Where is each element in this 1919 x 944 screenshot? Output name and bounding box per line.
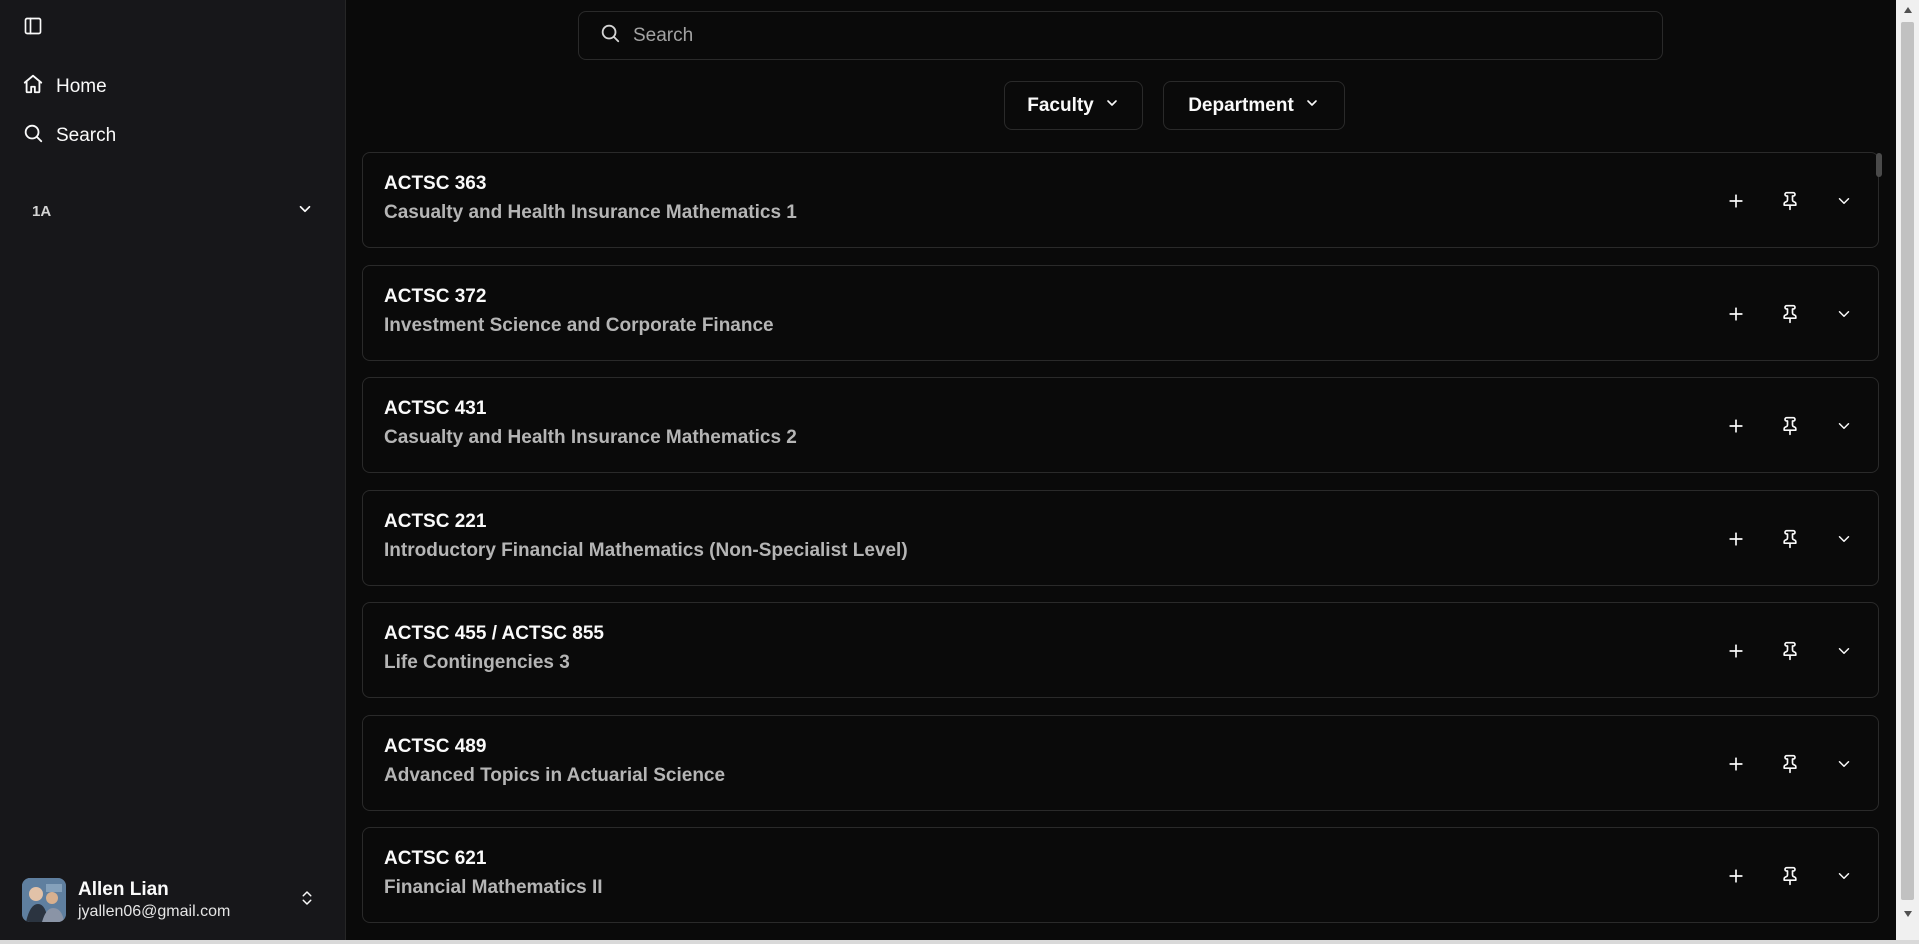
chevrons-up-down-icon [298, 887, 316, 914]
add-course-button[interactable] [1716, 631, 1756, 671]
search-input[interactable] [633, 24, 1662, 47]
avatar [22, 878, 66, 922]
course-code: ACTSC 455 / ACTSC 855 [384, 623, 604, 644]
sidebar-toggle-icon[interactable] [20, 13, 46, 39]
course-actions [1716, 406, 1864, 446]
add-course-button[interactable] [1716, 856, 1756, 896]
add-course-button[interactable] [1716, 294, 1756, 334]
page-scrollbar[interactable] [1896, 0, 1919, 944]
expand-chevron-icon[interactable] [1824, 406, 1864, 446]
faculty-filter-label: Faculty [1027, 94, 1094, 116]
course-card[interactable]: ACTSC 489 Advanced Topics in Actuarial S… [362, 715, 1879, 811]
chevron-down-icon [1304, 95, 1320, 117]
scroll-up-arrow-icon[interactable] [1896, 0, 1919, 20]
add-course-button[interactable] [1716, 744, 1756, 784]
course-code: ACTSC 363 [384, 173, 487, 194]
add-course-button[interactable] [1716, 406, 1756, 446]
chevron-down-icon [296, 200, 314, 223]
chevron-down-icon [1104, 95, 1120, 117]
home-icon [22, 73, 44, 101]
course-code: ACTSC 221 [384, 511, 487, 532]
course-actions [1716, 631, 1864, 671]
course-title: Life Contingencies 3 [384, 652, 570, 673]
user-name: Allen Lian [78, 879, 169, 900]
expand-chevron-icon[interactable] [1824, 294, 1864, 334]
add-course-button[interactable] [1716, 519, 1756, 559]
sidebar: Home Search 1A Allen Lian jyallen06@gmai… [0, 0, 346, 944]
search-bar[interactable] [578, 11, 1663, 60]
course-title: Casualty and Health Insurance Mathematic… [384, 202, 797, 223]
course-title: Advanced Topics in Actuarial Science [384, 765, 726, 786]
pin-icon[interactable] [1770, 631, 1810, 671]
course-code: ACTSC 372 [384, 286, 487, 307]
course-actions [1716, 519, 1864, 559]
horizontal-scrollbar[interactable] [0, 940, 1919, 944]
expand-chevron-icon[interactable] [1824, 744, 1864, 784]
course-card[interactable]: ACTSC 221 Introductory Financial Mathema… [362, 490, 1879, 586]
search-icon [22, 122, 44, 150]
sidebar-item-home[interactable]: Home [18, 67, 328, 107]
course-title: Investment Science and Corporate Finance [384, 315, 774, 336]
course-code: ACTSC 621 [384, 848, 487, 869]
sidebar-item-search[interactable]: Search [18, 116, 328, 156]
pin-icon[interactable] [1770, 744, 1810, 784]
term-group-toggle[interactable]: 1A [18, 194, 328, 228]
course-card[interactable]: ACTSC 431 Casualty and Health Insurance … [362, 377, 1879, 473]
expand-chevron-icon[interactable] [1824, 181, 1864, 221]
pin-icon[interactable] [1770, 519, 1810, 559]
course-actions [1716, 856, 1864, 896]
faculty-filter-button[interactable]: Faculty [1004, 81, 1143, 130]
sidebar-item-label: Search [56, 125, 117, 146]
course-card[interactable]: ACTSC 621 Financial Mathematics II [362, 827, 1879, 923]
course-title: Casualty and Health Insurance Mathematic… [384, 427, 797, 448]
main-content: Faculty Department ACTSC 363 Casualty an… [347, 0, 1896, 944]
course-code: ACTSC 431 [384, 398, 487, 419]
course-actions [1716, 181, 1864, 221]
sidebar-item-label: Home [56, 76, 107, 97]
pin-icon[interactable] [1770, 181, 1810, 221]
course-title: Introductory Financial Mathematics (Non-… [384, 540, 908, 561]
course-card[interactable]: ACTSC 363 Casualty and Health Insurance … [362, 152, 1879, 248]
course-card[interactable]: ACTSC 372 Investment Science and Corpora… [362, 265, 1879, 361]
scroll-down-arrow-icon[interactable] [1896, 904, 1919, 924]
department-filter-label: Department [1188, 94, 1294, 116]
course-actions [1716, 744, 1864, 784]
course-card[interactable]: ACTSC 455 / ACTSC 855 Life Contingencies… [362, 602, 1879, 698]
search-icon [599, 22, 621, 49]
term-group-label: 1A [32, 202, 52, 220]
add-course-button[interactable] [1716, 181, 1756, 221]
pin-icon[interactable] [1770, 406, 1810, 446]
pin-icon[interactable] [1770, 294, 1810, 334]
scrollbar-thumb[interactable] [1901, 22, 1914, 900]
course-code: ACTSC 489 [384, 736, 487, 757]
pin-icon[interactable] [1770, 856, 1810, 896]
expand-chevron-icon[interactable] [1824, 856, 1864, 896]
user-email: jyallen06@gmail.com [78, 903, 231, 920]
department-filter-button[interactable]: Department [1163, 81, 1345, 130]
list-scrollbar-thumb[interactable] [1876, 153, 1882, 177]
course-actions [1716, 294, 1864, 334]
course-title: Financial Mathematics II [384, 877, 603, 898]
user-menu[interactable]: Allen Lian jyallen06@gmail.com [18, 868, 328, 932]
expand-chevron-icon[interactable] [1824, 519, 1864, 559]
expand-chevron-icon[interactable] [1824, 631, 1864, 671]
